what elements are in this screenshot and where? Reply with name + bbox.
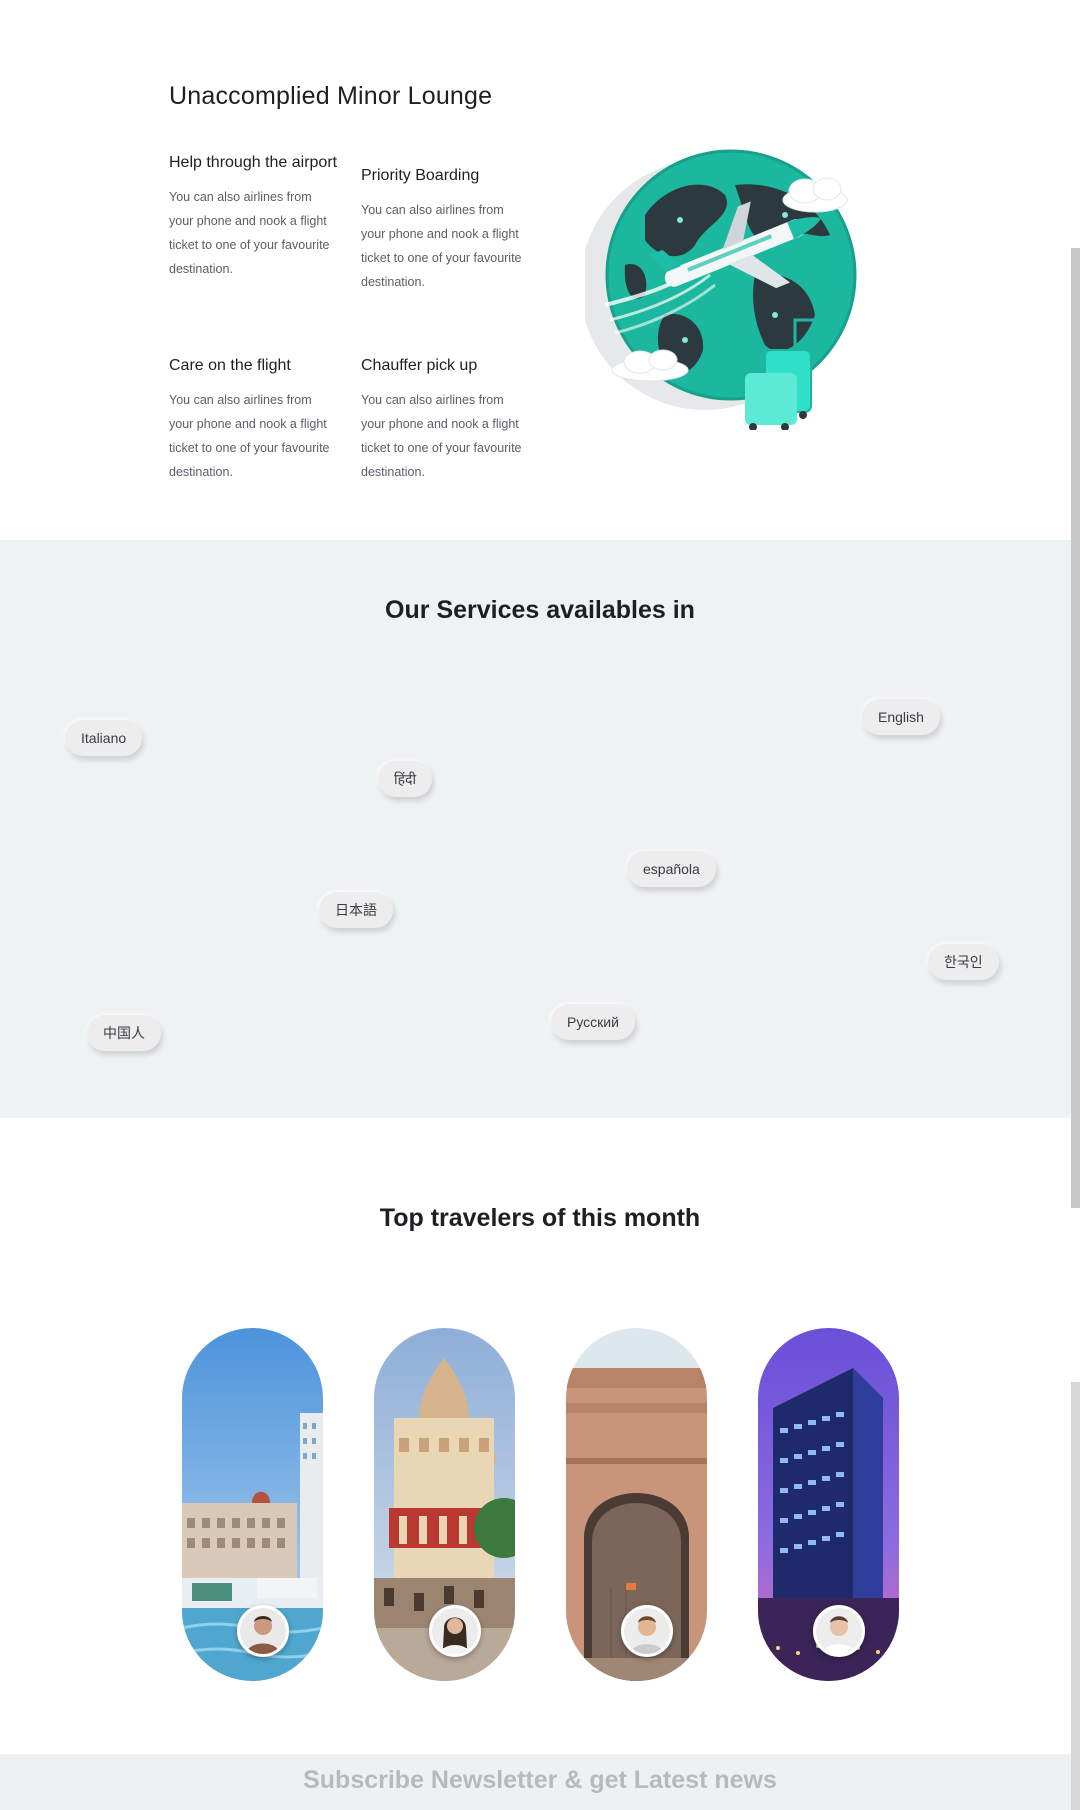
languages-section: Our Services availables in English Itali… [0, 540, 1071, 1118]
feature-chauffer-pickup: Chauffer pick up You can also airlines f… [361, 353, 531, 484]
newsletter-section: Subscribe Newsletter & get Latest news [0, 1754, 1080, 1810]
feature-text: You can also airlines from your phone an… [169, 393, 330, 479]
scrollbar-track[interactable] [1071, 1382, 1080, 1810]
language-pill-italiano[interactable]: Italiano [65, 720, 143, 756]
language-pill-espanola[interactable]: española [627, 851, 716, 887]
feature-text: You can also airlines from your phone an… [169, 190, 330, 276]
traveler-card[interactable] [374, 1328, 515, 1681]
newsletter-title: Subscribe Newsletter & get Latest news [303, 1766, 777, 1794]
feature-text: You can also airlines from your phone an… [361, 203, 522, 289]
traveler-card[interactable] [758, 1328, 899, 1681]
language-pill-japanese[interactable]: 日本語 [319, 892, 393, 928]
feature-care-on-flight: Care on the flight You can also airlines… [169, 353, 339, 484]
feature-help-airport: Help through the airport You can also ai… [169, 150, 339, 281]
traveler-card[interactable] [566, 1328, 707, 1681]
male-traveler-avatar [620, 1605, 673, 1657]
globe-airplane-illustration [580, 145, 875, 431]
female-traveler-avatar [428, 1605, 481, 1657]
travelers-section: Top travelers of this month [0, 1118, 1071, 1754]
languages-title: Our Services availables in [385, 596, 695, 624]
feature-title: Chauffer pick up [361, 357, 478, 374]
language-pill-hindi[interactable]: हिंदी [378, 761, 433, 797]
travelers-title: Top travelers of this month [379, 1204, 701, 1232]
feature-title: Priority Boarding [361, 167, 480, 184]
male-traveler-avatar [236, 1605, 289, 1657]
language-pill-english[interactable]: English [862, 699, 940, 735]
lounge-section: Unaccomplied Minor Lounge Help through t… [0, 0, 1071, 540]
language-pill-chinese[interactable]: 中国人 [87, 1015, 161, 1051]
language-pill-korean[interactable]: 한국인 [928, 944, 999, 980]
scrollbar-thumb[interactable] [1071, 248, 1080, 1208]
feature-title: Care on the flight [169, 357, 291, 374]
lounge-title: Unaccomplied Minor Lounge [169, 82, 493, 110]
feature-priority-boarding: Priority Boarding You can also airlines … [361, 163, 531, 294]
male-traveler-avatar [812, 1605, 865, 1657]
feature-title: Help through the airport [169, 154, 338, 171]
language-pill-russian[interactable]: Русский [551, 1004, 635, 1040]
feature-text: You can also airlines from your phone an… [361, 393, 522, 479]
traveler-card[interactable] [182, 1328, 323, 1681]
